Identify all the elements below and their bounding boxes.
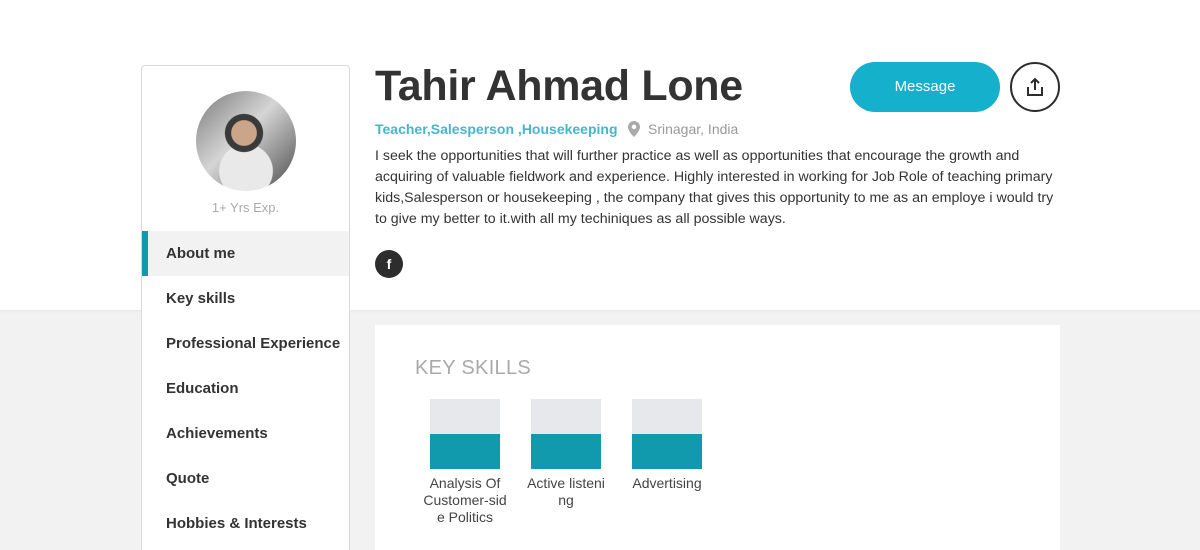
message-button[interactable]: Message xyxy=(850,62,1000,112)
skill-level-fill xyxy=(430,434,500,469)
profile-name: Tahir Ahmad Lone xyxy=(375,62,743,110)
skill-label: Advertising xyxy=(632,475,702,491)
skill-label: Active listening xyxy=(527,475,605,508)
sidebar-item-about-me[interactable]: About me xyxy=(142,231,349,276)
experience-label: 1+ Yrs Exp. xyxy=(211,200,280,215)
skill-level-bar xyxy=(430,399,500,469)
profile-roles: Teacher,Salesperson ,Housekeeping xyxy=(375,121,618,137)
key-skills-card: KEY SKILLS Analysis Of Customer-side Pol… xyxy=(375,325,1060,550)
skill-label: Analysis Of Customer-side Politics xyxy=(423,475,507,525)
sidebar-item-achievements[interactable]: Achievements xyxy=(142,411,349,456)
sidebar-item-quote[interactable]: Quote xyxy=(142,456,349,501)
sidebar-item-education[interactable]: Education xyxy=(142,366,349,411)
skill-level-fill xyxy=(632,434,702,469)
skill-level-bar xyxy=(632,399,702,469)
sidebar-item-key-skills[interactable]: Key skills xyxy=(142,276,349,321)
sidebar-nav: About me Key skills Professional Experie… xyxy=(142,231,349,546)
sidebar-item-professional-experience[interactable]: Professional Experience xyxy=(142,321,349,366)
profile-location: Srinagar, India xyxy=(628,121,738,137)
location-pin-icon xyxy=(628,121,640,137)
skill-level-fill xyxy=(531,434,601,469)
profile-bio: I seek the opportunities that will furth… xyxy=(375,148,1054,227)
profile-sidebar: 1+ Yrs Exp. About me Key skills Professi… xyxy=(141,65,350,550)
key-skills-title: KEY SKILLS xyxy=(415,357,532,379)
skill-item: Advertising xyxy=(625,399,709,492)
facebook-icon[interactable]: f xyxy=(375,250,403,278)
skill-level-bar xyxy=(531,399,601,469)
avatar xyxy=(196,91,296,191)
skill-item: Active listening xyxy=(524,399,608,509)
share-upload-icon xyxy=(1027,77,1043,96)
sidebar-item-hobbies-interests[interactable]: Hobbies & Interests xyxy=(142,501,349,546)
location-text: Srinagar, India xyxy=(648,121,739,137)
share-button[interactable] xyxy=(1010,62,1060,112)
skill-item: Analysis Of Customer-side Politics xyxy=(423,399,507,526)
